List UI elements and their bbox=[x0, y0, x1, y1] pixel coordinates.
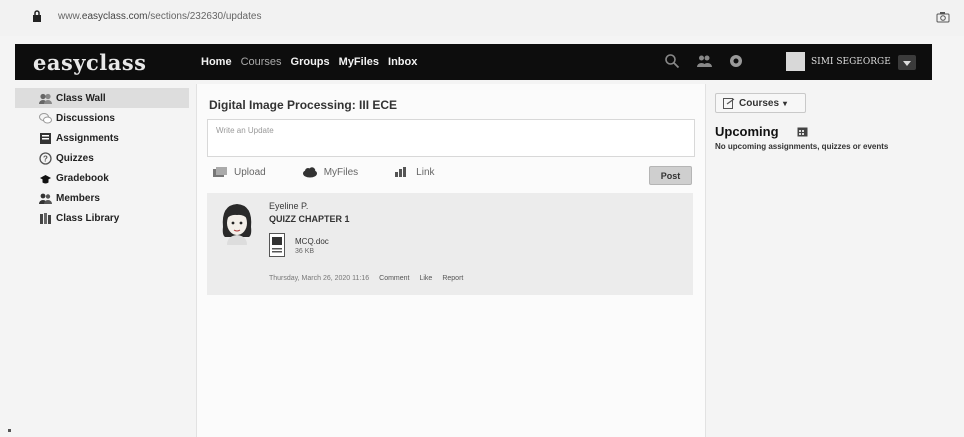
svg-text:?: ? bbox=[43, 154, 48, 163]
gradebook-icon bbox=[40, 174, 51, 183]
calendar-icon[interactable] bbox=[797, 126, 808, 137]
class-library-icon bbox=[40, 212, 51, 224]
upload-icon bbox=[213, 167, 227, 177]
user-menu-caret-icon[interactable] bbox=[898, 55, 916, 70]
nav-groups[interactable]: Groups bbox=[291, 56, 330, 68]
author-avatar[interactable] bbox=[217, 201, 257, 245]
sidebar-item-members[interactable]: Members bbox=[15, 188, 195, 208]
sidebar-item-label: Quizzes bbox=[56, 152, 94, 164]
sidebar-item-class-library[interactable]: Class Library bbox=[15, 208, 195, 228]
sidebar-item-label: Gradebook bbox=[56, 172, 109, 184]
cloud-icon bbox=[302, 167, 317, 178]
link-button[interactable]: Link bbox=[394, 166, 435, 178]
page-title: Digital Image Processing: III ECE bbox=[209, 98, 398, 112]
url-text[interactable]: www.easyclass.com/sections/232630/update… bbox=[58, 11, 261, 22]
class-wall-main: Digital Image Processing: III ECE Write … bbox=[196, 84, 706, 437]
link-icon bbox=[395, 167, 407, 177]
lock-icon bbox=[33, 10, 41, 22]
post-author[interactable]: Eyeline P. bbox=[269, 201, 308, 211]
attachment-name[interactable]: MCQ.doc bbox=[295, 237, 329, 246]
easyclass-logo[interactable]: easyclass bbox=[33, 50, 147, 75]
upcoming-empty-message: No upcoming assignments, quizzes or even… bbox=[715, 142, 889, 151]
nav-courses[interactable]: Courses bbox=[241, 56, 282, 68]
discussions-icon bbox=[39, 112, 52, 123]
wall-post: Eyeline P. QUIZZ CHAPTER 1 MCQ.doc 36 KB… bbox=[207, 193, 693, 295]
nav-inbox[interactable]: Inbox bbox=[388, 56, 417, 68]
upload-button[interactable]: Upload bbox=[212, 166, 266, 178]
sidebar-item-label: Class Wall bbox=[56, 92, 106, 104]
courses-icon bbox=[723, 97, 735, 109]
sidebar-item-assignments[interactable]: Assignments bbox=[15, 128, 195, 148]
post-title: QUIZZ CHAPTER 1 bbox=[269, 214, 350, 224]
update-placeholder: Write an Update bbox=[216, 126, 274, 135]
post-actions: Upload MyFiles Link bbox=[212, 166, 471, 178]
sidebar-item-quizzes[interactable]: ? Quizzes bbox=[15, 148, 195, 168]
attachment-size: 36 KB bbox=[295, 248, 315, 255]
nav-myfiles[interactable]: MyFiles bbox=[339, 56, 379, 68]
myfiles-label: MyFiles bbox=[323, 166, 359, 178]
post-button[interactable]: Post bbox=[649, 166, 692, 185]
courses-dropdown-button[interactable]: Courses ▾ bbox=[715, 93, 806, 113]
like-link[interactable]: Like bbox=[419, 275, 432, 282]
update-input[interactable]: Write an Update bbox=[207, 119, 695, 157]
search-icon[interactable] bbox=[664, 53, 680, 69]
courses-label: Courses bbox=[739, 97, 780, 109]
assignments-icon bbox=[40, 132, 51, 144]
user-name[interactable]: SIMI SEGEORGE bbox=[811, 57, 891, 67]
post-timestamp: Thursday, March 26, 2020 11:16 bbox=[269, 275, 370, 282]
people-icon[interactable] bbox=[696, 53, 712, 69]
nav-home[interactable]: Home bbox=[201, 56, 232, 68]
main-nav: Home Courses Groups MyFiles Inbox bbox=[201, 56, 417, 68]
comment-link[interactable]: Comment bbox=[379, 275, 409, 282]
class-sidebar: Class Wall Discussions Assignments ? Qui… bbox=[15, 88, 195, 228]
user-avatar[interactable] bbox=[786, 52, 805, 71]
class-wall-icon bbox=[39, 93, 52, 104]
link-label: Link bbox=[416, 166, 435, 178]
sidebar-item-label: Members bbox=[56, 192, 100, 204]
myfiles-button[interactable]: MyFiles bbox=[302, 166, 358, 178]
camera-icon[interactable] bbox=[936, 11, 950, 23]
members-icon bbox=[39, 193, 52, 204]
post-meta: Thursday, March 26, 2020 11:16 Comment L… bbox=[269, 275, 463, 282]
nav-icons bbox=[664, 53, 744, 69]
sidebar-item-class-wall[interactable]: Class Wall bbox=[15, 88, 189, 108]
quizzes-icon: ? bbox=[39, 151, 52, 165]
globe-icon[interactable] bbox=[728, 53, 744, 69]
upload-label: Upload bbox=[234, 166, 266, 178]
stray-dot bbox=[8, 429, 11, 432]
chevron-down-icon: ▾ bbox=[783, 98, 788, 108]
document-icon[interactable] bbox=[269, 233, 285, 257]
sidebar-item-label: Assignments bbox=[56, 132, 119, 144]
sidebar-item-label: Discussions bbox=[56, 112, 115, 124]
sidebar-item-discussions[interactable]: Discussions bbox=[15, 108, 195, 128]
top-navbar: easyclass Home Courses Groups MyFiles In… bbox=[15, 44, 932, 80]
browser-url-bar: www.easyclass.com/sections/232630/update… bbox=[0, 0, 964, 36]
sidebar-item-gradebook[interactable]: Gradebook bbox=[15, 168, 195, 188]
sidebar-item-label: Class Library bbox=[56, 212, 120, 224]
report-link[interactable]: Report bbox=[442, 275, 463, 282]
upcoming-heading: Upcoming bbox=[715, 124, 779, 139]
